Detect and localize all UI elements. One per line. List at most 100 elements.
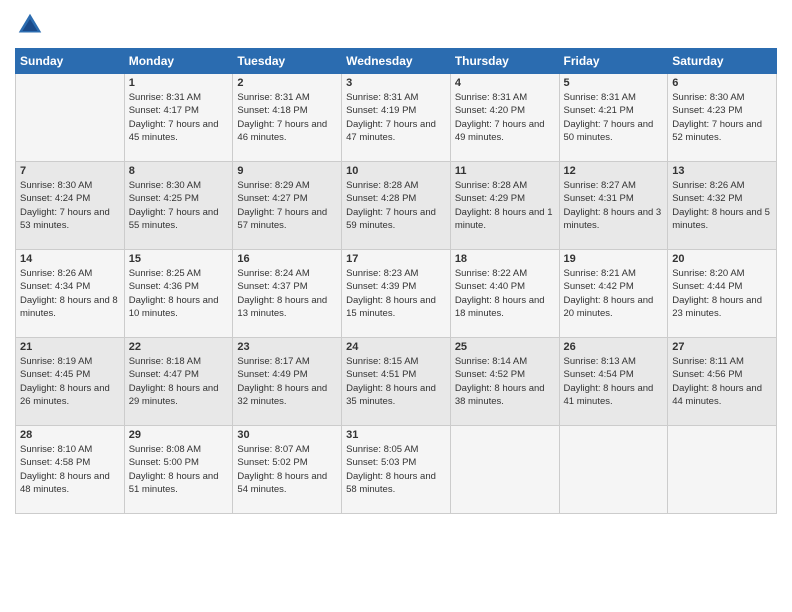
day-number: 3 [346,77,446,89]
day-cell: 6 Sunrise: 8:30 AMSunset: 4:23 PMDaylight… [668,74,777,162]
day-number: 21 [20,341,120,353]
day-cell: 3 Sunrise: 8:31 AMSunset: 4:19 PMDaylight… [342,74,451,162]
day-info: Sunrise: 8:31 AMSunset: 4:19 PMDaylight:… [346,91,446,144]
day-info: Sunrise: 8:30 AMSunset: 4:24 PMDaylight:… [20,179,120,232]
weekday-header-friday: Friday [559,49,668,74]
day-info: Sunrise: 8:31 AMSunset: 4:21 PMDaylight:… [564,91,664,144]
week-row-2: 7 Sunrise: 8:30 AMSunset: 4:24 PMDaylight… [16,162,777,250]
day-cell: 22 Sunrise: 8:18 AMSunset: 4:47 PMDayligh… [124,338,233,426]
day-number: 26 [564,341,664,353]
day-cell [559,426,668,514]
day-number: 6 [672,77,772,89]
day-info: Sunrise: 8:31 AMSunset: 4:17 PMDaylight:… [129,91,229,144]
day-number: 31 [346,429,446,441]
day-cell: 15 Sunrise: 8:25 AMSunset: 4:36 PMDayligh… [124,250,233,338]
page: SundayMondayTuesdayWednesdayThursdayFrid… [0,0,792,612]
day-number: 5 [564,77,664,89]
day-info: Sunrise: 8:08 AMSunset: 5:00 PMDaylight:… [129,443,229,496]
day-info: Sunrise: 8:31 AMSunset: 4:20 PMDaylight:… [455,91,555,144]
logo [15,10,49,40]
day-number: 17 [346,253,446,265]
day-info: Sunrise: 8:25 AMSunset: 4:36 PMDaylight:… [129,267,229,320]
day-cell [450,426,559,514]
day-number: 18 [455,253,555,265]
day-cell: 16Sunrise: 8:24 AMSunset: 4:37 PMDayligh… [233,250,342,338]
day-info: Sunrise: 8:19 AMSunset: 4:45 PMDaylight:… [20,355,120,408]
day-info: Sunrise: 8:13 AMSunset: 4:54 PMDaylight:… [564,355,664,408]
day-cell: 26 Sunrise: 8:13 AMSunset: 4:54 PMDayligh… [559,338,668,426]
day-info: Sunrise: 8:17 AMSunset: 4:49 PMDaylight:… [237,355,337,408]
day-info: Sunrise: 8:30 AMSunset: 4:23 PMDaylight:… [672,91,772,144]
day-info: Sunrise: 8:18 AMSunset: 4:47 PMDaylight:… [129,355,229,408]
day-cell: 5 Sunrise: 8:31 AMSunset: 4:21 PMDaylight… [559,74,668,162]
day-number: 19 [564,253,664,265]
day-number: 16 [237,253,337,265]
day-cell: 13 Sunrise: 8:26 AMSunset: 4:32 PMDayligh… [668,162,777,250]
day-number: 23 [237,341,337,353]
calendar-table: SundayMondayTuesdayWednesdayThursdayFrid… [15,48,777,514]
day-cell: 20Sunrise: 8:20 AMSunset: 4:44 PMDayligh… [668,250,777,338]
day-cell: 11 Sunrise: 8:28 AMSunset: 4:29 PMDayligh… [450,162,559,250]
day-info: Sunrise: 8:21 AMSunset: 4:42 PMDaylight:… [564,267,664,320]
day-number: 2 [237,77,337,89]
day-info: Sunrise: 8:22 AMSunset: 4:40 PMDaylight:… [455,267,555,320]
week-row-1: 1 Sunrise: 8:31 AMSunset: 4:17 PMDaylight… [16,74,777,162]
day-cell: 23 Sunrise: 8:17 AMSunset: 4:49 PMDayligh… [233,338,342,426]
day-number: 29 [129,429,229,441]
day-number: 7 [20,165,120,177]
day-cell: 12 Sunrise: 8:27 AMSunset: 4:31 PMDayligh… [559,162,668,250]
day-info: Sunrise: 8:11 AMSunset: 4:56 PMDaylight:… [672,355,772,408]
day-cell [668,426,777,514]
day-info: Sunrise: 8:28 AMSunset: 4:28 PMDaylight:… [346,179,446,232]
weekday-header-monday: Monday [124,49,233,74]
day-cell: 31 Sunrise: 8:05 AMSunset: 5:03 PMDayligh… [342,426,451,514]
week-row-5: 28 Sunrise: 8:10 AMSunset: 4:58 PMDayligh… [16,426,777,514]
day-cell: 24 Sunrise: 8:15 AMSunset: 4:51 PMDayligh… [342,338,451,426]
day-info: Sunrise: 8:26 AMSunset: 4:32 PMDaylight:… [672,179,772,232]
weekday-header-tuesday: Tuesday [233,49,342,74]
day-info: Sunrise: 8:27 AMSunset: 4:31 PMDaylight:… [564,179,664,232]
day-number: 27 [672,341,772,353]
day-number: 4 [455,77,555,89]
day-number: 14 [20,253,120,265]
day-info: Sunrise: 8:05 AMSunset: 5:03 PMDaylight:… [346,443,446,496]
day-cell: 21 Sunrise: 8:19 AMSunset: 4:45 PMDayligh… [16,338,125,426]
day-number: 13 [672,165,772,177]
day-info: Sunrise: 8:23 AMSunset: 4:39 PMDaylight:… [346,267,446,320]
weekday-header-thursday: Thursday [450,49,559,74]
weekday-header-saturday: Saturday [668,49,777,74]
day-cell: 27 Sunrise: 8:11 AMSunset: 4:56 PMDayligh… [668,338,777,426]
day-cell: 10 Sunrise: 8:28 AMSunset: 4:28 PMDayligh… [342,162,451,250]
week-row-3: 14 Sunrise: 8:26 AMSunset: 4:34 PMDayligh… [16,250,777,338]
weekday-header-wednesday: Wednesday [342,49,451,74]
day-info: Sunrise: 8:10 AMSunset: 4:58 PMDaylight:… [20,443,120,496]
day-number: 1 [129,77,229,89]
day-number: 10 [346,165,446,177]
day-cell: 8 Sunrise: 8:30 AMSunset: 4:25 PMDaylight… [124,162,233,250]
day-cell: 1 Sunrise: 8:31 AMSunset: 4:17 PMDaylight… [124,74,233,162]
day-number: 28 [20,429,120,441]
day-cell: 9Sunrise: 8:29 AMSunset: 4:27 PMDaylight… [233,162,342,250]
day-info: Sunrise: 8:31 AMSunset: 4:18 PMDaylight:… [237,91,337,144]
logo-icon [15,10,45,40]
day-cell: 29 Sunrise: 8:08 AMSunset: 5:00 PMDayligh… [124,426,233,514]
day-cell: 28 Sunrise: 8:10 AMSunset: 4:58 PMDayligh… [16,426,125,514]
day-number: 15 [129,253,229,265]
day-info: Sunrise: 8:30 AMSunset: 4:25 PMDaylight:… [129,179,229,232]
day-number: 8 [129,165,229,177]
day-info: Sunrise: 8:29 AMSunset: 4:27 PMDaylight:… [237,179,337,232]
day-number: 11 [455,165,555,177]
day-info: Sunrise: 8:28 AMSunset: 4:29 PMDaylight:… [455,179,555,232]
day-number: 24 [346,341,446,353]
day-cell: 4 Sunrise: 8:31 AMSunset: 4:20 PMDaylight… [450,74,559,162]
day-cell: 7 Sunrise: 8:30 AMSunset: 4:24 PMDaylight… [16,162,125,250]
day-cell [16,74,125,162]
day-cell: 2 Sunrise: 8:31 AMSunset: 4:18 PMDaylight… [233,74,342,162]
day-number: 22 [129,341,229,353]
day-info: Sunrise: 8:26 AMSunset: 4:34 PMDaylight:… [20,267,120,320]
header [15,10,777,40]
day-number: 12 [564,165,664,177]
day-info: Sunrise: 8:15 AMSunset: 4:51 PMDaylight:… [346,355,446,408]
day-cell: 17 Sunrise: 8:23 AMSunset: 4:39 PMDayligh… [342,250,451,338]
day-cell: 25Sunrise: 8:14 AMSunset: 4:52 PMDayligh… [450,338,559,426]
